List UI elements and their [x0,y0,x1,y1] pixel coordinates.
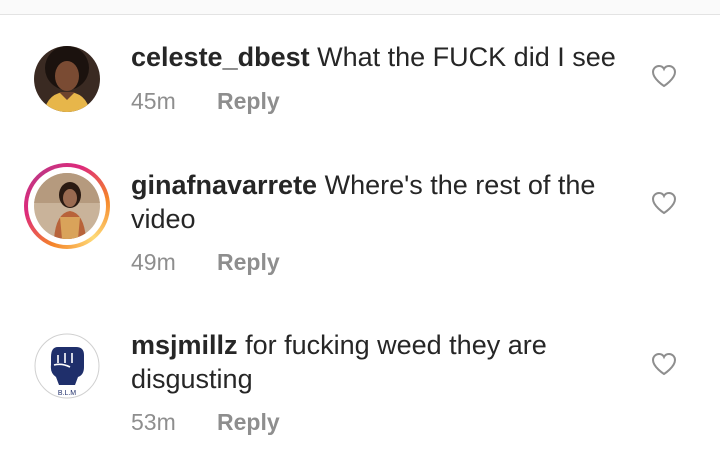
avatar-image: B.L.M [34,333,100,399]
comment-body: What the FUCK did I see [317,42,616,72]
avatar-image [34,46,100,112]
comment-username[interactable]: ginafnavarrete [131,170,317,200]
reply-button[interactable]: Reply [217,249,280,275]
comment-text: celeste_dbest What the FUCK did I see [131,40,631,74]
avatar-caption: B.L.M [58,390,76,397]
reply-button[interactable]: Reply [217,409,280,435]
comment-text: msjmillz for fucking weed they are disgu… [131,328,631,396]
comment-timestamp: 45m [131,88,176,114]
comment-meta: 53m Reply [131,408,280,436]
avatar[interactable] [24,36,110,122]
reply-button[interactable]: Reply [217,88,280,114]
comment-username[interactable]: msjmillz [131,330,238,360]
avatar-image [34,173,100,239]
comment-meta: 49m Reply [131,248,280,276]
heart-icon[interactable] [651,352,677,376]
comment-username[interactable]: celeste_dbest [131,42,310,72]
comment-timestamp: 49m [131,249,176,275]
comment-text: ginafnavarrete Where's the rest of the v… [131,168,631,236]
avatar[interactable] [24,163,110,249]
comment-timestamp: 53m [131,409,176,435]
heart-icon[interactable] [651,191,677,215]
comment-meta: 45m Reply [131,87,280,115]
heart-icon[interactable] [651,64,677,88]
avatar[interactable]: B.L.M [24,323,110,409]
top-divider-bar [0,0,720,15]
